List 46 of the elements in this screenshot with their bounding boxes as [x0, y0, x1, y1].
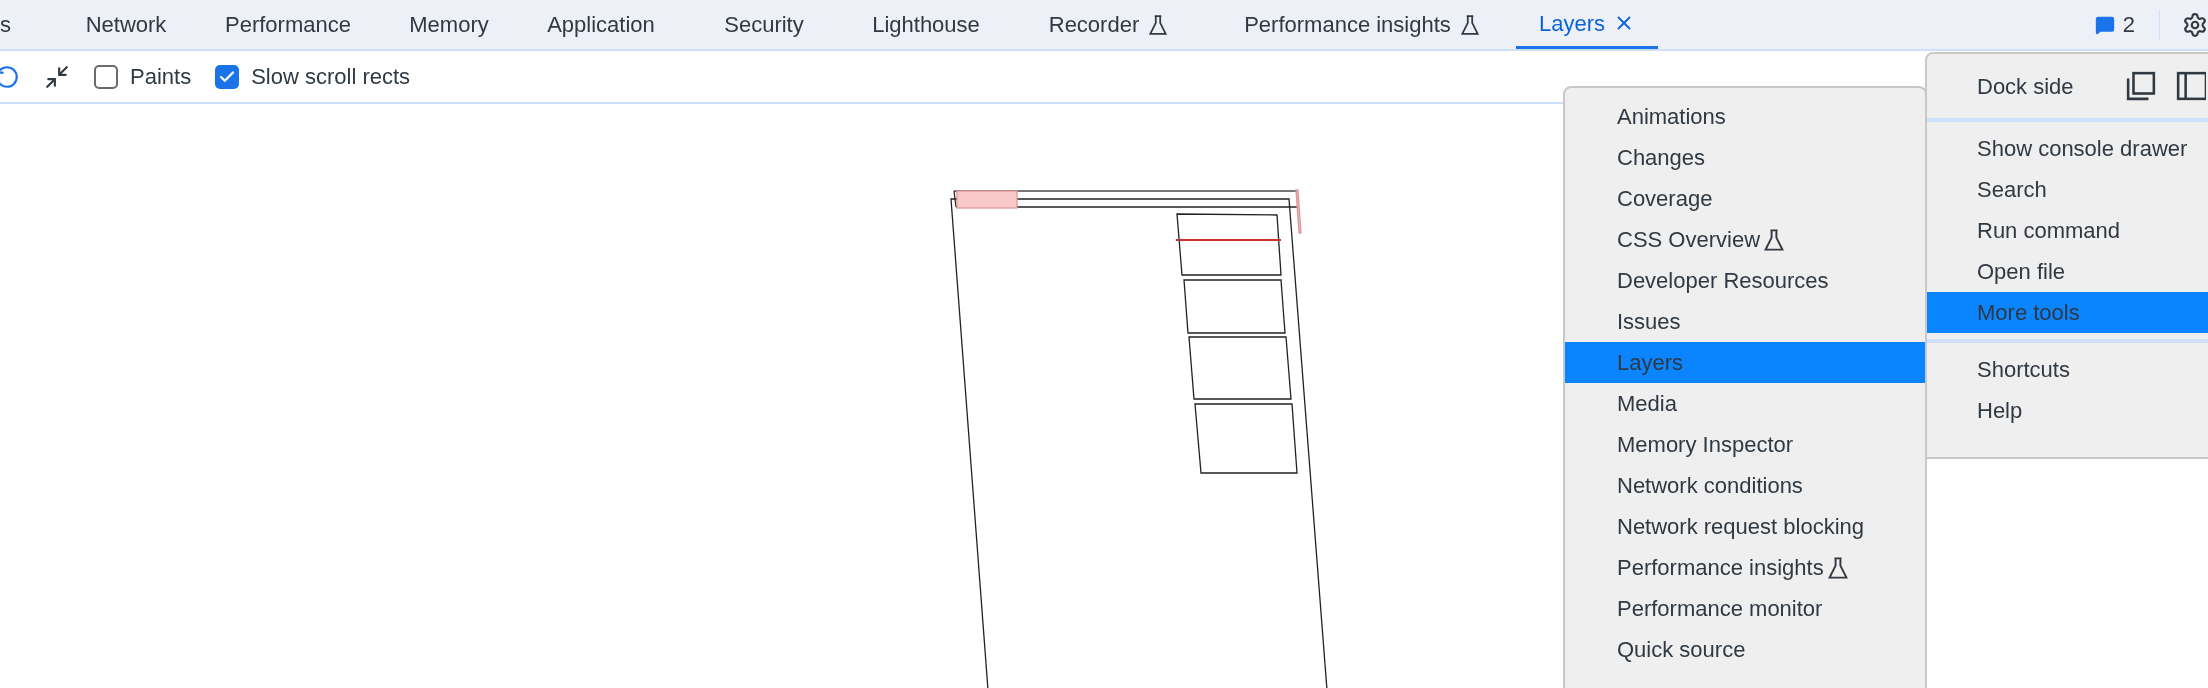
dock-left-icon[interactable] [2175, 71, 2206, 101]
menu-item[interactable]: Coverage [1565, 178, 1925, 219]
panel-tab[interactable]: Security [685, 0, 843, 49]
menu-item[interactable]: Memory Inspector [1565, 424, 1925, 465]
menu-item[interactable]: Shortcuts [1927, 349, 2208, 390]
panel-tab[interactable]: Layers [1516, 0, 1658, 49]
panel-tab[interactable]: Application [517, 0, 685, 49]
menu-item[interactable]: Search [1927, 169, 2208, 210]
checkbox[interactable] [215, 64, 240, 89]
rotate-icon[interactable] [0, 63, 20, 90]
menu-item[interactable]: Animations [1565, 96, 1925, 137]
menu-item[interactable]: Performance monitor [1565, 588, 1925, 629]
flask-icon [1762, 227, 1787, 252]
panel-tab[interactable]: Network [57, 0, 195, 49]
menu-item[interactable]: Media [1565, 383, 1925, 424]
menu-item[interactable]: Quick source [1565, 629, 1925, 670]
settings-icon[interactable] [2182, 11, 2208, 38]
panel-tab[interactable]: Lighthouse [843, 0, 1009, 49]
menu-item[interactable]: Network conditions [1565, 465, 1925, 506]
panel-tab[interactable]: Performance [195, 0, 381, 49]
flask-icon [1825, 555, 1850, 580]
menu-item[interactable]: Run command [1927, 210, 2208, 251]
panel-tab[interactable]: Recorder [1009, 0, 1209, 49]
panel-tab[interactable]: s [0, 0, 57, 49]
flask-icon [1458, 13, 1481, 36]
menu-item[interactable]: Show console drawer [1927, 128, 2208, 169]
menu-item[interactable]: CSS Overview [1565, 219, 1925, 260]
menu-item[interactable]: Changes [1565, 137, 1925, 178]
checkbox[interactable] [94, 64, 118, 89]
flask-icon [1147, 13, 1170, 36]
undock-icon[interactable] [2125, 71, 2156, 101]
menu-item[interactable]: Help [1927, 390, 2208, 431]
menu-item[interactable]: Developer Resources [1565, 260, 1925, 301]
menu-item[interactable]: Network request blocking [1565, 506, 1925, 547]
menu-label: Dock side [1977, 72, 2074, 101]
checkbox-label: Slow scroll rects [251, 63, 411, 91]
panel-tab[interactable]: Memory [381, 0, 517, 49]
menu-item[interactable]: Issues [1565, 301, 1925, 342]
issues-count: 2 [2122, 11, 2135, 39]
issues-badge[interactable]: 2 [2094, 0, 2159, 49]
menu-item[interactable]: Performance insights [1565, 547, 1925, 588]
shrink-icon[interactable] [44, 63, 70, 90]
menu-item[interactable]: Open file [1927, 251, 2208, 292]
message-icon [2094, 14, 2115, 35]
checkbox-label: Paints [130, 63, 192, 91]
panel-tab[interactable]: Performance insights [1209, 0, 1516, 49]
